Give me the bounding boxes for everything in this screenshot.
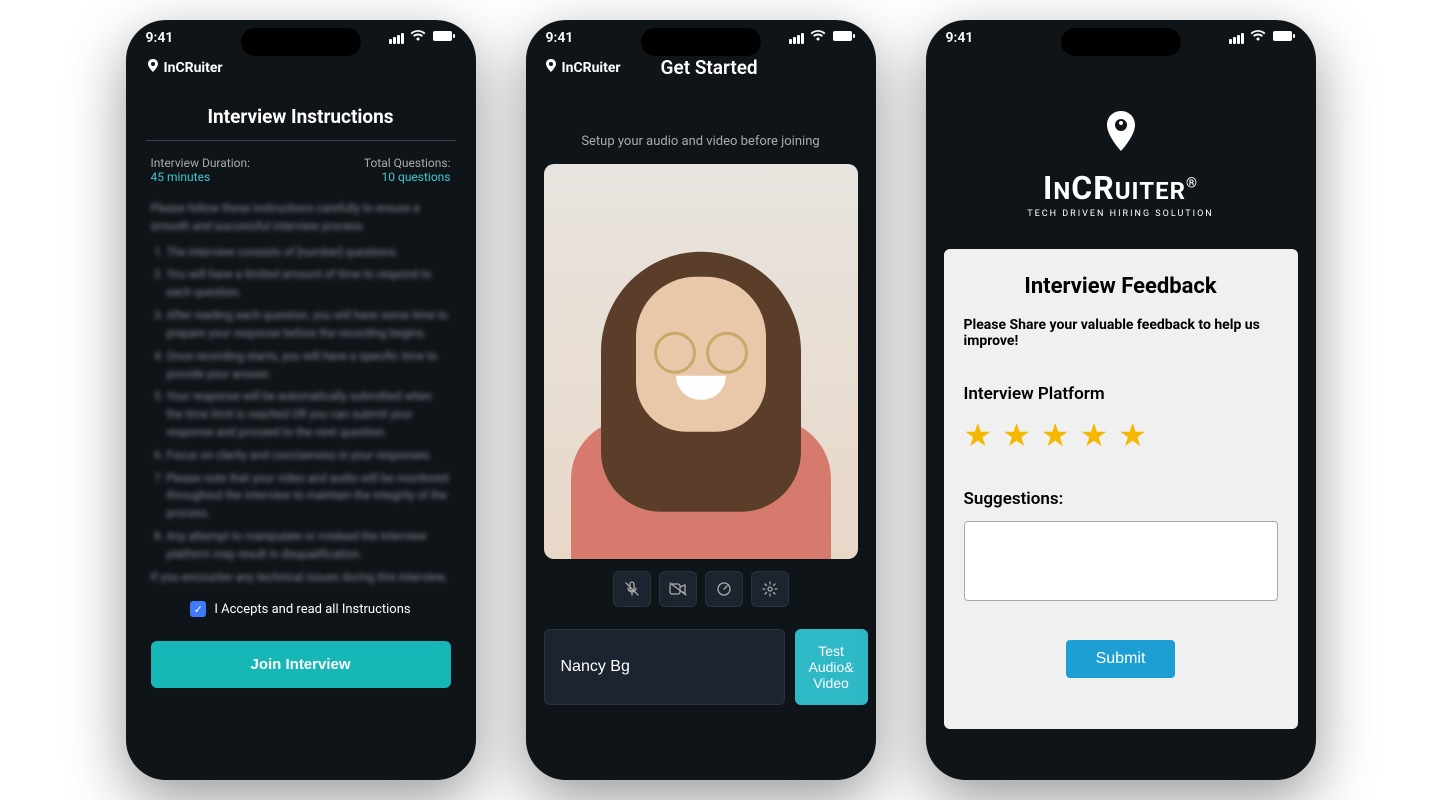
consent-checkbox[interactable]: ✓ [190, 601, 206, 617]
location-pin-icon [926, 111, 1316, 161]
suggestions-input[interactable] [964, 521, 1278, 601]
bottom-row: Test Audio& Video [526, 619, 876, 715]
wifi-icon [1250, 30, 1266, 46]
battery-icon [1272, 30, 1296, 46]
feedback-title: Interview Feedback [964, 274, 1278, 299]
settings-button[interactable] [751, 571, 789, 607]
brand-name: InCRuiter [164, 60, 223, 76]
name-input[interactable] [544, 629, 785, 705]
star-3[interactable]: ★ [1041, 416, 1070, 454]
camera-off-button[interactable] [659, 571, 697, 607]
wifi-icon [810, 30, 826, 46]
phone-instructions: 9:41 InCRuiter Interview Instructions In… [126, 20, 476, 780]
brand-logo: InCRuiter [544, 59, 621, 77]
test-av-button[interactable]: Test Audio& Video [795, 629, 868, 705]
duration-label: Interview Duration: [151, 156, 251, 170]
wifi-icon [410, 30, 426, 46]
join-interview-button[interactable]: Join Interview [151, 641, 451, 688]
signal-icon [1229, 33, 1244, 44]
platform-label: Interview Platform [964, 384, 1278, 404]
battery-icon [832, 30, 856, 46]
instructions-body: Please follow these instructions careful… [126, 192, 476, 587]
battery-icon [432, 30, 456, 46]
brand-logo-large: INCRUITER® TECH DRIVEN HIRING SOLUTION [926, 51, 1316, 249]
phone-feedback: 9:41 INCRUITER® TECH DRIVEN HIRING SOLUT… [926, 20, 1316, 780]
status-time: 9:41 [146, 30, 174, 46]
star-1[interactable]: ★ [964, 416, 993, 454]
speed-test-button[interactable] [705, 571, 743, 607]
status-icons [1229, 30, 1296, 46]
consent-label: I Accepts and read all Instructions [214, 602, 410, 617]
signal-icon [389, 33, 404, 44]
brand-name: InCRuiter [562, 60, 621, 76]
brand-logo: InCRuiter [126, 51, 476, 85]
signal-icon [789, 33, 804, 44]
questions-value: 10 questions [364, 170, 451, 184]
star-2[interactable]: ★ [1002, 416, 1031, 454]
brand-tagline: TECH DRIVEN HIRING SOLUTION [926, 209, 1316, 219]
mic-mute-button[interactable] [613, 571, 651, 607]
notch [641, 28, 761, 56]
video-preview [544, 164, 858, 559]
suggestions-label: Suggestions: [964, 489, 1278, 509]
media-controls [526, 559, 876, 619]
brand-name-large: INCRUITER® [926, 169, 1316, 207]
notch [1061, 28, 1181, 56]
setup-hint: Setup your audio and video before joinin… [526, 84, 876, 164]
consent-row[interactable]: ✓ I Accepts and read all Instructions [126, 587, 476, 631]
status-time: 9:41 [546, 30, 574, 46]
feedback-card: Interview Feedback Please Share your val… [944, 249, 1298, 729]
page-title: Get Started [661, 56, 758, 79]
page-title: Interview Instructions [146, 85, 456, 141]
meta-row: Interview Duration: 45 minutes Total Que… [126, 141, 476, 192]
questions-label: Total Questions: [364, 156, 451, 170]
status-icons [789, 30, 856, 46]
phone-get-started: 9:41 InCRuiter Get Started Setup your au… [526, 20, 876, 780]
submit-button[interactable]: Submit [1066, 640, 1176, 678]
star-5[interactable]: ★ [1118, 416, 1147, 454]
star-4[interactable]: ★ [1080, 416, 1109, 454]
notch [241, 28, 361, 56]
star-rating[interactable]: ★ ★ ★ ★ ★ [964, 416, 1278, 454]
feedback-subtitle: Please Share your valuable feedback to h… [964, 317, 1278, 349]
duration-value: 45 minutes [151, 170, 251, 184]
status-time: 9:41 [946, 30, 974, 46]
status-icons [389, 30, 456, 46]
